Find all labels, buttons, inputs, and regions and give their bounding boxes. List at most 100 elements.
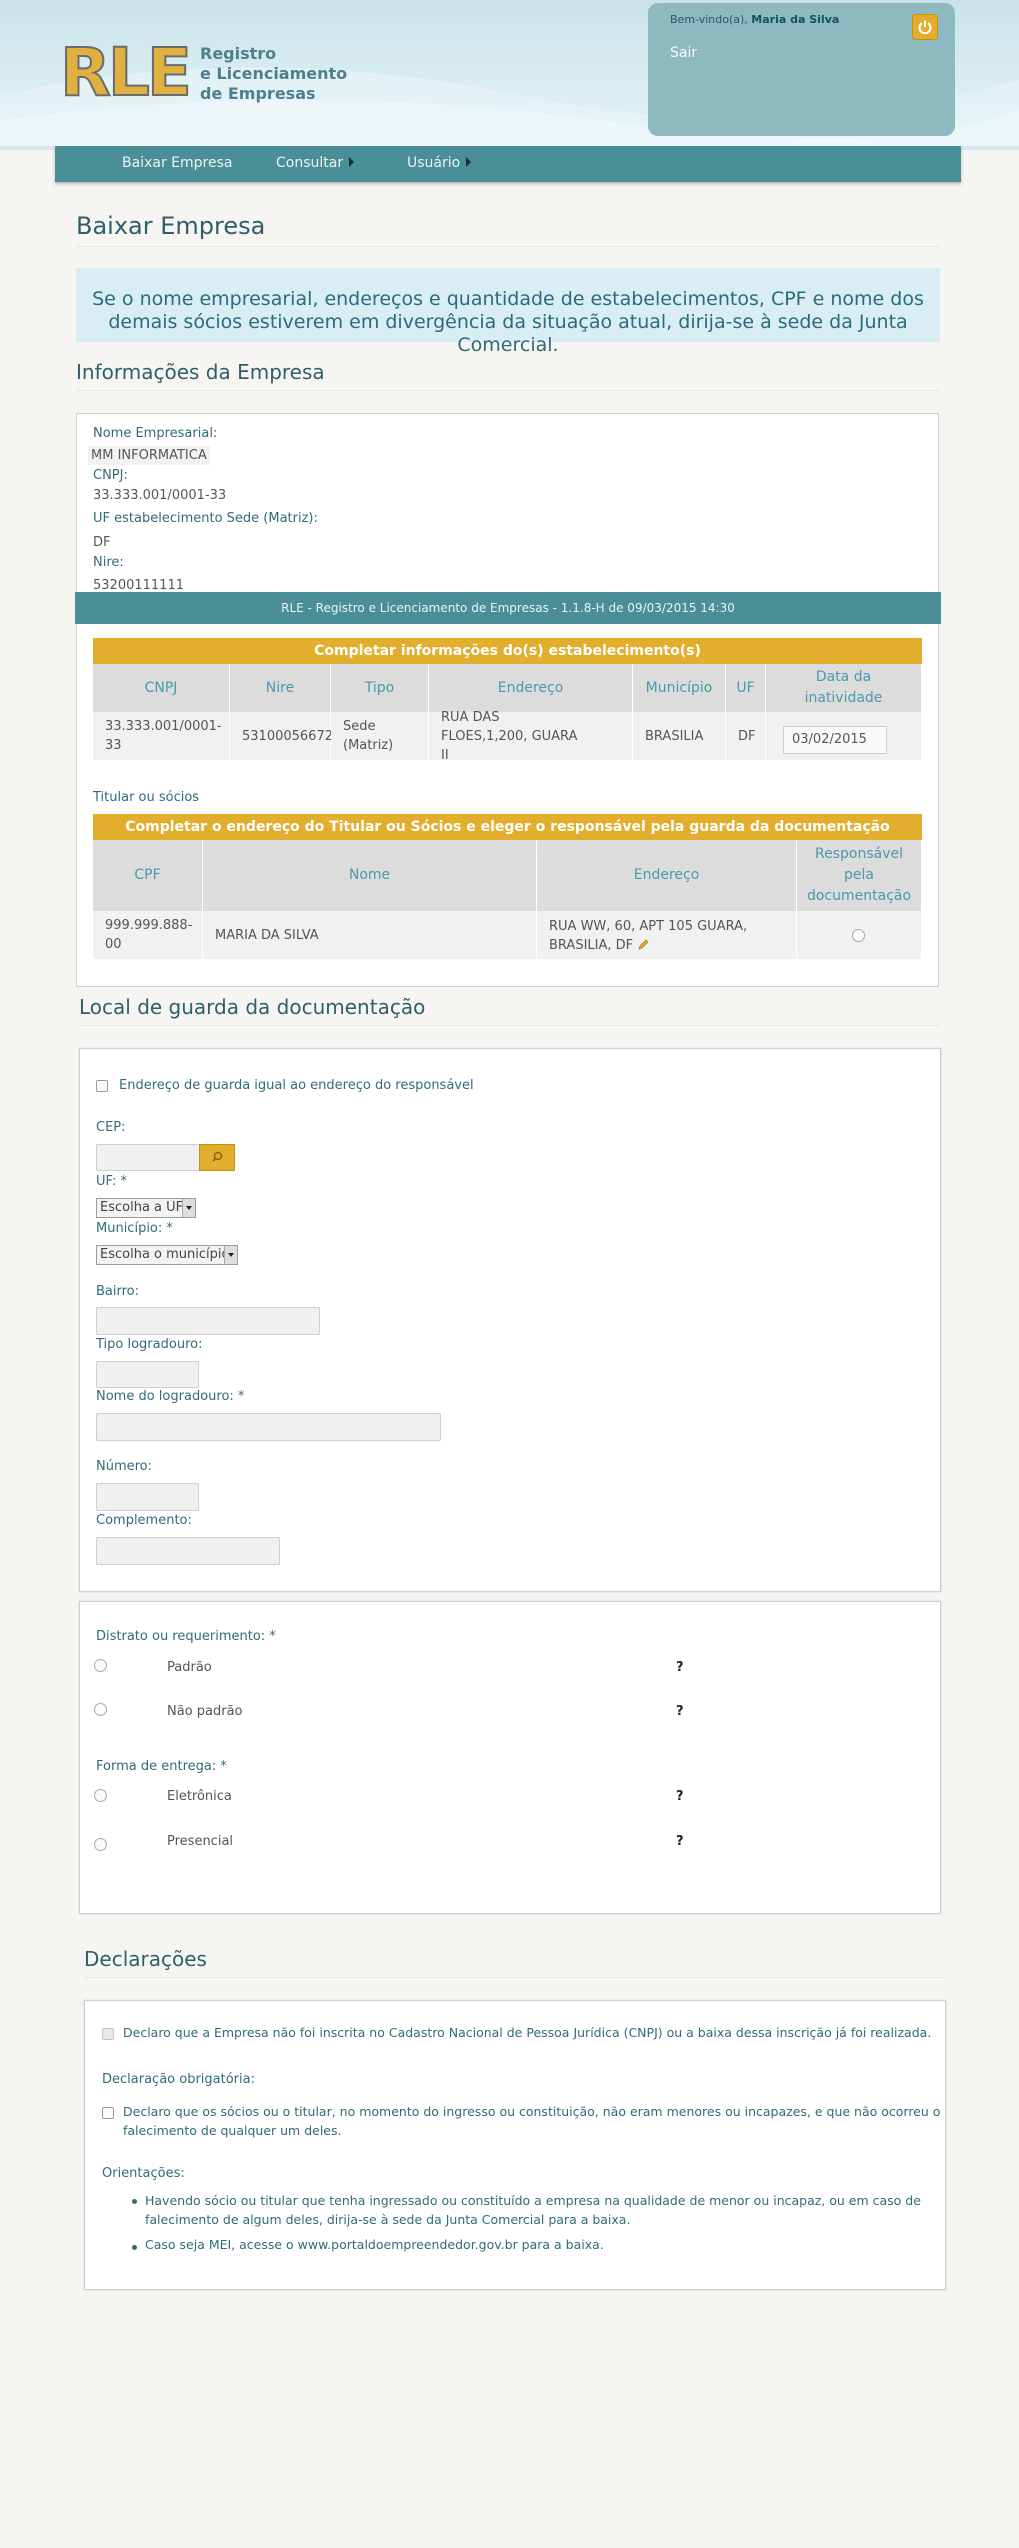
logo-subtitle: Registro e Licenciamento de Empresas	[200, 44, 347, 104]
municipio-select[interactable]: Escolha o município	[96, 1245, 238, 1265]
nav-usuario[interactable]: Usuário	[407, 155, 472, 171]
guarda-form-box: Endereço de guarda igual ao endereço do …	[79, 1048, 941, 1592]
user-panel: Bem-vindo(a), Maria da Silva Sair	[648, 3, 955, 136]
th-uf: UF	[726, 664, 766, 712]
tipo-logradouro-label: Tipo logradouro:	[96, 1337, 203, 1352]
nav-baixar-empresa[interactable]: Baixar Empresa	[122, 155, 232, 171]
entrega-label-text: Forma de entrega:	[96, 1759, 217, 1774]
orientacao-1: Havendo sócio ou titular que tenha ingre…	[145, 2191, 921, 2229]
complemento-input[interactable]	[96, 1537, 280, 1565]
decl-cnpj-checkbox[interactable]	[102, 2028, 114, 2040]
distrato-nao-padrao-radio[interactable]	[94, 1703, 107, 1716]
company-info-box: Nome Empresarial: MM INFORMATICA CNPJ: 3…	[76, 413, 939, 987]
entrega-presencial-radio[interactable]	[94, 1838, 107, 1851]
logout-link[interactable]: Sair	[670, 45, 697, 61]
divider	[76, 246, 940, 247]
divider	[84, 1977, 946, 1978]
company-name-label: Nome Empresarial:	[93, 426, 218, 441]
help-question-icon[interactable]: ?	[676, 1834, 684, 1849]
td-nome: MARIA DA SILVA	[203, 911, 537, 959]
th-tipo: Tipo	[331, 664, 429, 712]
cep-search-button[interactable]	[199, 1144, 235, 1171]
pencil-edit-icon[interactable]	[637, 938, 650, 951]
divider	[79, 1025, 940, 1026]
th-municipio: Município	[633, 664, 726, 712]
help-question-icon[interactable]: ?	[676, 1704, 684, 1719]
nav-consultar[interactable]: Consultar	[276, 155, 355, 171]
cep-input[interactable]	[96, 1144, 202, 1171]
estab-table-bar: Completar informações do(s) estabelecime…	[93, 638, 922, 664]
logo-line-2: e Licenciamento	[200, 64, 348, 83]
municipio-select-value: Escolha o município	[100, 1247, 230, 1262]
caret-right-icon	[349, 157, 355, 167]
required-mark: *	[166, 1221, 173, 1236]
rle-logo[interactable]: RLE Registro e Licenciamento de Empresas	[59, 37, 360, 109]
decl-socios-text: Declaro que os sócios ou o titular, no m…	[123, 2102, 940, 2140]
dropdown-arrow-icon	[182, 1199, 195, 1217]
td-cpf: 999.999.888-00	[93, 911, 203, 959]
help-question-icon[interactable]: ?	[676, 1789, 684, 1804]
uf-sede-value: DF	[93, 535, 111, 550]
bairro-label: Bairro:	[96, 1284, 140, 1299]
decl-socios-checkbox[interactable]	[102, 2107, 114, 2119]
complemento-label: Complemento:	[96, 1513, 192, 1528]
entrega-presencial-label: Presencial	[167, 1834, 234, 1849]
nome-logradouro-input[interactable]	[96, 1413, 441, 1441]
required-mark: *	[220, 1759, 227, 1774]
td-cnpj: 33.333.001/0001-33	[93, 712, 230, 760]
uf-select[interactable]: Escolha a UF	[96, 1198, 196, 1218]
required-mark: *	[269, 1629, 276, 1644]
alert-line-1: Se o nome empresarial, endereços e quant…	[92, 288, 924, 310]
cnpj-label: CNPJ:	[93, 468, 128, 483]
guarda-section-title: Local de guarda da documentação	[79, 995, 426, 1019]
caret-right-icon	[466, 157, 472, 167]
version-footer-bar: RLE - Registro e Licenciamento de Empres…	[75, 592, 941, 624]
nire-value: 53200111111	[93, 578, 184, 593]
bullet-icon	[132, 2199, 137, 2204]
td-nire: 53100056672	[230, 712, 333, 760]
logo-line-3: de Empresas	[200, 84, 316, 103]
cnpj-value: 33.333.001/0001-33	[93, 488, 227, 503]
power-button[interactable]	[912, 14, 938, 40]
bairro-input[interactable]	[96, 1307, 320, 1335]
welcome-prefix: Bem-vindo(a),	[670, 13, 748, 26]
company-name-value: MM INFORMATICA	[88, 446, 210, 465]
th-cpf: CPF	[93, 840, 203, 911]
distrato-nao-padrao-label: Não padrão	[167, 1704, 243, 1719]
distrato-padrao-radio[interactable]	[94, 1659, 107, 1672]
nome-logradouro-label-text: Nome do logradouro:	[96, 1389, 234, 1404]
td-tipo: Sede (Matriz)	[331, 712, 429, 760]
tipo-logradouro-input[interactable]	[96, 1361, 199, 1388]
logo-line-1: Registro	[200, 44, 277, 63]
td-endereco: RUA DAS FLOES,1,200, GUARA II	[429, 710, 633, 763]
alert-line-2: demais sócios estiverem em divergência d…	[108, 311, 908, 356]
uf-sede-label: UF estabelecimento Sede (Matriz):	[93, 511, 318, 526]
decl-socios-line-2: falecimento de qualquer um deles.	[123, 2123, 342, 2138]
same-address-checkbox[interactable]	[96, 1080, 108, 1092]
required-mark: *	[120, 1174, 128, 1189]
th-responsavel: Responsável pela documentação	[797, 840, 922, 911]
responsavel-radio[interactable]	[852, 929, 865, 942]
socios-label: Titular ou sócios	[93, 790, 200, 805]
help-question-icon[interactable]: ?	[676, 1660, 684, 1675]
nav-label: Usuário	[407, 155, 461, 171]
numero-input[interactable]	[96, 1483, 199, 1511]
info-alert: Se o nome empresarial, endereços e quant…	[76, 268, 940, 356]
socios-table-bar: Completar o endereço do Titular ou Sócio…	[93, 814, 922, 840]
th-cnpj: CNPJ	[93, 664, 230, 712]
td-uf: DF	[726, 712, 766, 760]
user-name: Maria da Silva	[751, 13, 840, 26]
dropdown-arrow-icon	[224, 1246, 237, 1264]
data-inatividade-input[interactable]: 03/02/2015	[783, 726, 887, 754]
divider	[76, 390, 940, 391]
entrega-eletronica-radio[interactable]	[94, 1789, 107, 1802]
declaracoes-section-title: Declarações	[84, 1947, 207, 1971]
nav-label: Baixar Empresa	[122, 155, 233, 171]
municipio-label-text: Município:	[96, 1221, 163, 1236]
bullet-icon	[132, 2245, 137, 2250]
search-icon	[212, 1151, 223, 1162]
uf-label-text: UF:	[96, 1174, 117, 1189]
td-municipio: BRASILIA	[633, 712, 726, 760]
site-header: RLE Registro e Licenciamento de Empresas…	[0, 0, 1019, 150]
same-address-label: Endereço de guarda igual ao endereço do …	[119, 1078, 474, 1093]
